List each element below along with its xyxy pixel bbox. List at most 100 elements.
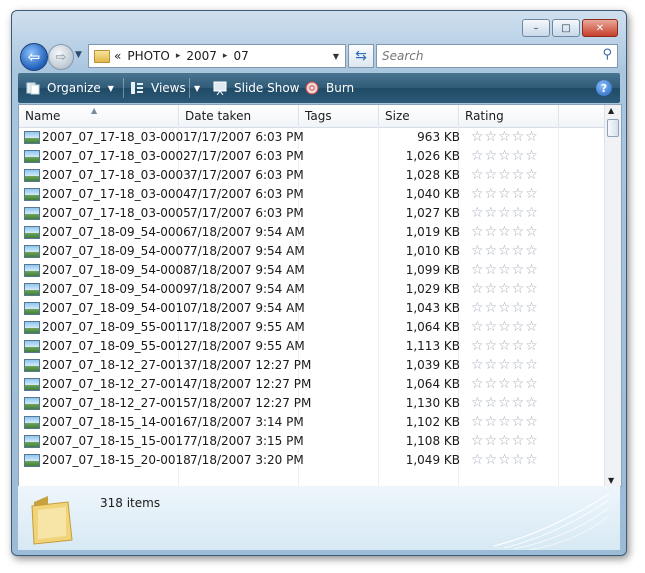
refresh-button[interactable]: ⇆ — [348, 44, 374, 68]
file-row[interactable]: 2007_07_18-12_27-0014 7/18/2007 12:27 PM 1… — [19, 375, 607, 394]
column-header-rating[interactable]: Rating — [459, 105, 559, 127]
file-row[interactable]: 2007_07_17-18_03-0003 7/17/2007 6:03 PM 1,… — [19, 166, 607, 185]
folder-icon — [94, 49, 110, 63]
rating-stars[interactable]: ☆☆☆☆☆ — [471, 432, 571, 451]
file-name[interactable]: 2007_07_18-12_27-0015 — [42, 394, 192, 413]
address-dropdown-button[interactable]: ▼ — [333, 52, 339, 61]
slideshow-button[interactable]: Slide Show — [213, 79, 299, 97]
rating-stars[interactable]: ☆☆☆☆☆ — [471, 280, 571, 299]
file-name[interactable]: 2007_07_17-18_03-0002 — [42, 147, 192, 166]
file-row[interactable]: 2007_07_18-09_55-0011 7/18/2007 9:55 AM 1,… — [19, 318, 607, 337]
file-row[interactable]: 2007_07_17-18_03-0004 7/17/2007 6:03 PM 1,… — [19, 185, 607, 204]
file-row[interactable]: 2007_07_18-09_54-0010 7/18/2007 9:54 AM 1,… — [19, 299, 607, 318]
file-name[interactable]: 2007_07_18-09_55-0012 — [42, 337, 192, 356]
file-name[interactable]: 2007_07_17-18_03-0005 — [42, 204, 192, 223]
file-name[interactable]: 2007_07_18-09_54-0009 — [42, 280, 192, 299]
views-button[interactable]: Views — [130, 79, 186, 97]
search-input[interactable] — [382, 47, 582, 65]
file-row[interactable]: 2007_07_18-12_27-0015 7/18/2007 12:27 PM 1… — [19, 394, 607, 413]
file-name[interactable]: 2007_07_18-09_54-0007 — [42, 242, 192, 261]
file-name[interactable]: 2007_07_17-18_03-0001 — [42, 128, 192, 147]
column-header-date[interactable]: Date taken — [179, 105, 299, 127]
burn-button[interactable]: Burn — [305, 79, 354, 97]
forward-button[interactable]: ⇨ — [48, 44, 74, 70]
scrollbar-thumb[interactable] — [607, 119, 619, 137]
file-row[interactable]: 2007_07_18-09_54-0009 7/18/2007 9:54 AM 1,… — [19, 280, 607, 299]
toolbar-divider — [123, 78, 124, 98]
file-row[interactable]: 2007_07_17-18_03-0001 7/17/2007 6:03 PM 96… — [19, 128, 607, 147]
rating-stars[interactable]: ☆☆☆☆☆ — [471, 204, 571, 223]
file-row[interactable]: 2007_07_18-15_14-0016 7/18/2007 3:14 PM 1,… — [19, 413, 607, 432]
rating-stars[interactable]: ☆☆☆☆☆ — [471, 299, 571, 318]
rating-stars[interactable]: ☆☆☆☆☆ — [471, 261, 571, 280]
file-name[interactable]: 2007_07_18-09_54-0006 — [42, 223, 192, 242]
file-row[interactable]: 2007_07_18-09_55-0012 7/18/2007 9:55 AM 1,… — [19, 337, 607, 356]
scroll-down-icon[interactable]: ▼ — [608, 476, 614, 485]
file-name[interactable]: 2007_07_18-12_27-0014 — [42, 375, 192, 394]
column-header-tags[interactable]: Tags — [299, 105, 379, 127]
organize-button[interactable]: Organize ▼ — [26, 79, 114, 97]
image-file-icon — [24, 131, 40, 144]
file-row[interactable]: 2007_07_18-09_54-0008 7/18/2007 9:54 AM 1,… — [19, 261, 607, 280]
views-dropdown-button[interactable]: ▼ — [194, 79, 200, 97]
rating-stars[interactable]: ☆☆☆☆☆ — [471, 394, 571, 413]
breadcrumb-overflow[interactable]: « — [114, 49, 121, 63]
search-icon[interactable]: ⚲ — [602, 47, 612, 62]
rating-stars[interactable]: ☆☆☆☆☆ — [471, 451, 571, 470]
file-name[interactable]: 2007_07_18-15_20-0018 — [42, 451, 192, 470]
column-header-size[interactable]: Size — [379, 105, 459, 127]
file-size: 1,029 KB — [405, 282, 460, 296]
breadcrumb-2007[interactable]: 2007 — [186, 49, 217, 63]
file-size: 1,019 KB — [405, 225, 460, 239]
rating-stars[interactable]: ☆☆☆☆☆ — [471, 242, 571, 261]
file-row[interactable]: 2007_07_18-09_54-0006 7/18/2007 9:54 AM 1,… — [19, 223, 607, 242]
file-date-taken: 7/18/2007 3:20 PM — [190, 453, 304, 467]
file-size: 1,027 KB — [405, 206, 460, 220]
maximize-button[interactable]: □ — [552, 19, 580, 37]
address-bar[interactable]: « PHOTO ▸ 2007 ▸ 07 ▼ — [88, 44, 346, 68]
file-date-taken: 7/18/2007 3:15 PM — [190, 434, 304, 448]
rating-stars[interactable]: ☆☆☆☆☆ — [471, 128, 571, 147]
breadcrumb-photo[interactable]: PHOTO — [127, 49, 169, 63]
rating-stars[interactable]: ☆☆☆☆☆ — [471, 356, 571, 375]
file-row[interactable]: 2007_07_18-09_54-0007 7/18/2007 9:54 AM 1,… — [19, 242, 607, 261]
rating-stars[interactable]: ☆☆☆☆☆ — [471, 337, 571, 356]
back-button[interactable]: ⇦ — [20, 43, 48, 71]
file-name[interactable]: 2007_07_18-09_54-0008 — [42, 261, 192, 280]
file-name[interactable]: 2007_07_18-15_15-0017 — [42, 432, 192, 451]
file-row[interactable]: 2007_07_18-15_15-0017 7/18/2007 3:15 PM 1,… — [19, 432, 607, 451]
breadcrumb-07[interactable]: 07 — [233, 49, 248, 63]
column-header-name[interactable]: ▲ Name — [19, 105, 179, 127]
file-name[interactable]: 2007_07_18-09_55-0011 — [42, 318, 192, 337]
rating-stars[interactable]: ☆☆☆☆☆ — [471, 147, 571, 166]
file-row[interactable]: 2007_07_18-12_27-0013 7/18/2007 12:27 PM 1… — [19, 356, 607, 375]
file-name[interactable]: 2007_07_18-09_54-0010 — [42, 299, 192, 318]
breadcrumb-separator[interactable]: ▸ — [223, 51, 228, 61]
file-row[interactable]: 2007_07_17-18_03-0002 7/17/2007 6:03 PM 1,… — [19, 147, 607, 166]
rating-stars[interactable]: ☆☆☆☆☆ — [471, 413, 571, 432]
burn-disc-icon — [305, 81, 319, 95]
file-name[interactable]: 2007_07_18-15_14-0016 — [42, 413, 192, 432]
scroll-up-icon[interactable]: ▲ — [608, 106, 614, 115]
rating-stars[interactable]: ☆☆☆☆☆ — [471, 166, 571, 185]
file-size: 1,113 KB — [405, 339, 460, 353]
file-row[interactable]: 2007_07_18-15_20-0018 7/18/2007 3:20 PM 1,… — [19, 451, 607, 470]
image-file-icon — [24, 226, 40, 239]
rating-stars[interactable]: ☆☆☆☆☆ — [471, 223, 571, 242]
slideshow-icon — [213, 81, 227, 96]
file-name[interactable]: 2007_07_18-12_27-0013 — [42, 356, 192, 375]
navigation-bar: ⇦ ⇨ ▼ « PHOTO ▸ 2007 ▸ 07 ▼ ⇆ ⚲ — [18, 41, 620, 73]
vertical-scrollbar[interactable]: ▲ ▼ — [604, 105, 621, 486]
rating-stars[interactable]: ☆☆☆☆☆ — [471, 318, 571, 337]
rating-stars[interactable]: ☆☆☆☆☆ — [471, 185, 571, 204]
recent-pages-dropdown[interactable]: ▼ — [75, 50, 82, 60]
help-icon[interactable]: ? — [596, 80, 612, 96]
file-name[interactable]: 2007_07_17-18_03-0004 — [42, 185, 192, 204]
file-name[interactable]: 2007_07_17-18_03-0003 — [42, 166, 192, 185]
minimize-button[interactable]: – — [522, 19, 550, 37]
image-file-icon — [24, 321, 40, 334]
breadcrumb-separator[interactable]: ▸ — [176, 51, 181, 61]
file-row[interactable]: 2007_07_17-18_03-0005 7/17/2007 6:03 PM 1,… — [19, 204, 607, 223]
rating-stars[interactable]: ☆☆☆☆☆ — [471, 375, 571, 394]
close-button[interactable]: ✕ — [582, 19, 618, 37]
